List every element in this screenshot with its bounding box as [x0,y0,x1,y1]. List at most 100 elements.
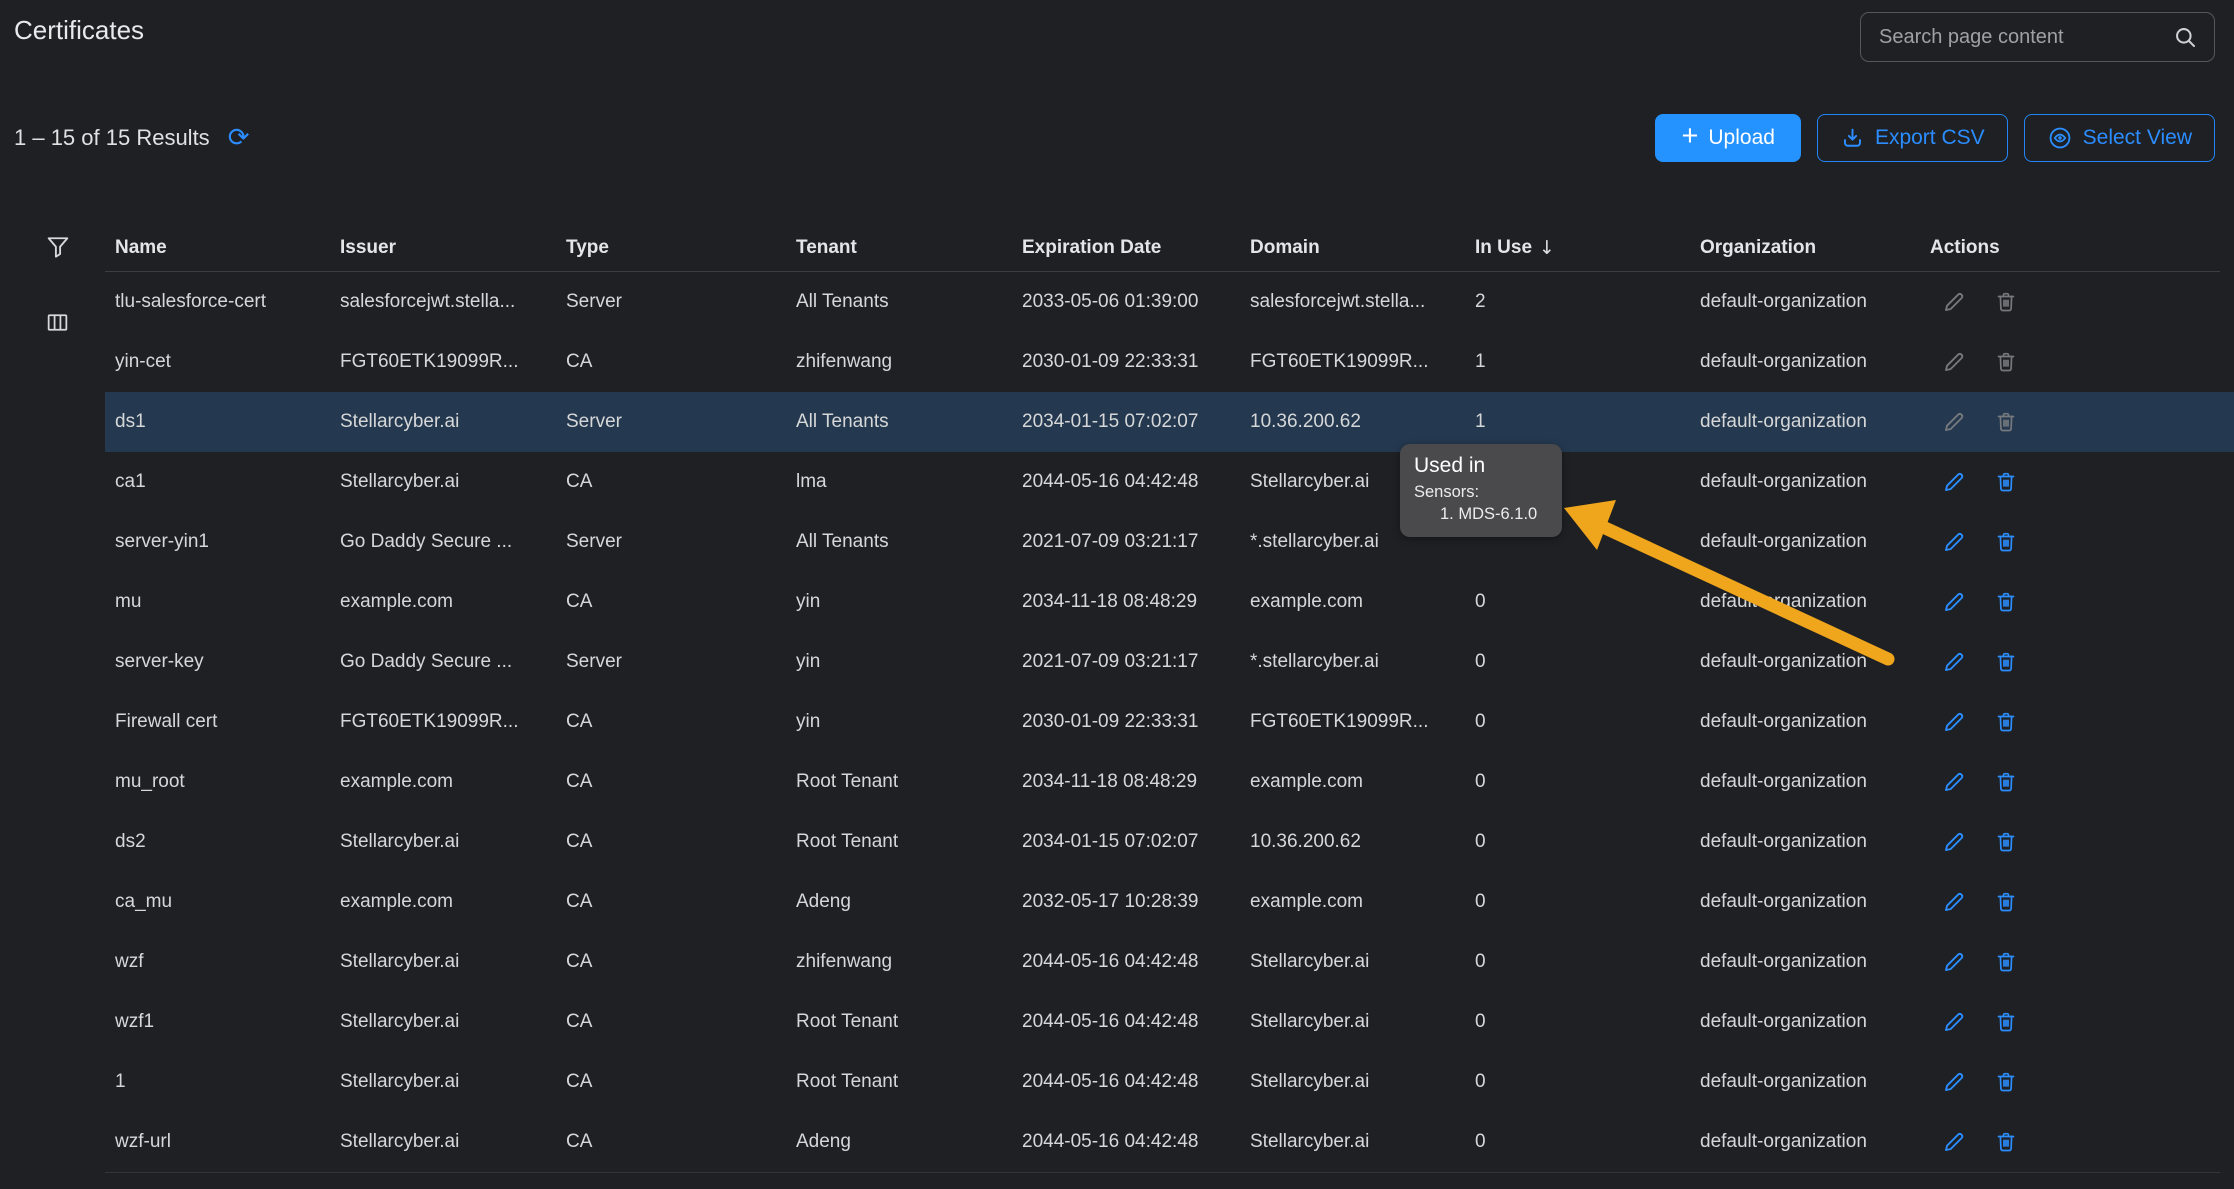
cell-actions [1930,289,2210,315]
delete-icon[interactable] [1994,470,2018,494]
upload-button-label: Upload [1708,126,1775,150]
columns-icon[interactable] [45,310,70,340]
col-header-type[interactable]: Type [566,237,796,259]
table-row[interactable]: 1Stellarcyber.aiCARoot Tenant2044-05-16 … [105,1052,2234,1112]
edit-icon[interactable] [1941,589,1967,615]
cell-organization: default-organization [1700,1011,1930,1033]
export-csv-button[interactable]: Export CSV [1817,114,2008,162]
edit-icon[interactable] [1941,949,1967,975]
cell-tenant: yin [796,651,1022,673]
edit-icon[interactable] [1941,1009,1967,1035]
cell-domain: FGT60ETK19099R... [1250,711,1475,733]
edit-icon[interactable] [1941,769,1967,795]
table-row[interactable]: Firewall certFGT60ETK19099R...CAyin2030-… [105,692,2234,752]
table-row[interactable]: ds1Stellarcyber.aiServerAll Tenants2034-… [105,392,2234,452]
delete-icon[interactable] [1994,290,2018,314]
filter-icon[interactable] [44,233,72,266]
cell-domain: Stellarcyber.ai [1250,1071,1475,1093]
col-header-actions[interactable]: Actions [1930,237,2210,259]
col-header-in-use[interactable]: In Use↓ [1475,237,1700,259]
cell-in-use: 1 [1475,351,1700,373]
cell-issuer: example.com [340,591,566,613]
refresh-icon[interactable]: ⟳ [228,125,250,151]
delete-icon[interactable] [1994,1130,2018,1154]
download-icon [1840,126,1865,151]
cell-name: 1 [115,1071,340,1093]
delete-icon[interactable] [1994,590,2018,614]
edit-icon[interactable] [1941,709,1967,735]
edit-icon[interactable] [1941,529,1967,555]
table-row[interactable]: server-keyGo Daddy Secure ...Serveryin20… [105,632,2234,692]
delete-icon[interactable] [1994,950,2018,974]
edit-icon[interactable] [1941,1069,1967,1095]
upload-button[interactable]: + Upload [1655,114,1801,162]
delete-icon[interactable] [1994,350,2018,374]
cell-tenant: zhifenwang [796,951,1022,973]
table-row[interactable]: wzf-urlStellarcyber.aiCAAdeng2044-05-16 … [105,1112,2234,1172]
cell-domain: Stellarcyber.ai [1250,1011,1475,1033]
delete-icon[interactable] [1994,650,2018,674]
table-row[interactable]: ca_muexample.comCAAdeng2032-05-17 10:28:… [105,872,2234,932]
table-row[interactable]: mu_rootexample.comCARoot Tenant2034-11-1… [105,752,2234,812]
cell-tenant: Root Tenant [796,831,1022,853]
table-row[interactable]: tlu-salesforce-certsalesforcejwt.stella.… [105,272,2234,332]
cell-in-use: 0 [1475,1131,1700,1153]
cell-name: wzf-url [115,1131,340,1153]
cell-tenant: Root Tenant [796,1071,1022,1093]
table-row[interactable]: yin-cetFGT60ETK19099R...CAzhifenwang2030… [105,332,2234,392]
cell-name: server-key [115,651,340,673]
table-row[interactable]: wzf1Stellarcyber.aiCARoot Tenant2044-05-… [105,992,2234,1052]
cell-type: CA [566,891,796,913]
edit-icon[interactable] [1941,289,1967,315]
table-row[interactable]: ds2Stellarcyber.aiCARoot Tenant2034-01-1… [105,812,2234,872]
delete-icon[interactable] [1994,1070,2018,1094]
cell-actions [1930,349,2210,375]
cell-expiration: 2034-11-18 08:48:29 [1022,591,1250,613]
col-header-label: Organization [1700,237,1816,259]
table-row[interactable]: ca1Stellarcyber.aiCAlma2044-05-16 04:42:… [105,452,2234,512]
col-header-expiration-date[interactable]: Expiration Date [1022,237,1250,259]
cell-tenant: Adeng [796,891,1022,913]
cell-actions [1930,829,2210,855]
col-header-organization[interactable]: Organization [1700,237,1930,259]
col-header-tenant[interactable]: Tenant [796,237,1022,259]
table-row[interactable]: wzfStellarcyber.aiCAzhifenwang2044-05-16… [105,932,2234,992]
delete-icon[interactable] [1994,890,2018,914]
delete-icon[interactable] [1994,410,2018,434]
delete-icon[interactable] [1994,710,2018,734]
delete-icon[interactable] [1994,830,2018,854]
edit-icon[interactable] [1941,349,1967,375]
cell-actions [1930,1009,2210,1035]
cell-organization: default-organization [1700,651,1930,673]
delete-icon[interactable] [1994,530,2018,554]
edit-icon[interactable] [1941,889,1967,915]
cell-in-use: 0 [1475,951,1700,973]
select-view-button[interactable]: Select View [2024,114,2215,162]
cell-in-use: 0 [1475,1071,1700,1093]
cell-in-use: 0 [1475,711,1700,733]
cell-actions [1930,769,2210,795]
delete-icon[interactable] [1994,770,2018,794]
table-row[interactable]: server-yin1Go Daddy Secure ...ServerAll … [105,512,2234,572]
edit-icon[interactable] [1941,649,1967,675]
edit-icon[interactable] [1941,469,1967,495]
delete-icon[interactable] [1994,1010,2018,1034]
cell-tenant: All Tenants [796,291,1022,313]
edit-icon[interactable] [1941,829,1967,855]
cell-tenant: All Tenants [796,411,1022,433]
edit-icon[interactable] [1941,409,1967,435]
cell-name: mu [115,591,340,613]
col-header-issuer[interactable]: Issuer [340,237,566,259]
col-header-name[interactable]: Name [115,237,340,259]
edit-icon[interactable] [1941,1129,1967,1155]
col-header-domain[interactable]: Domain [1250,237,1475,259]
search-icon[interactable] [2172,24,2199,56]
cell-expiration: 2044-05-16 04:42:48 [1022,1071,1250,1093]
table-row[interactable]: muexample.comCAyin2034-11-18 08:48:29exa… [105,572,2234,632]
cell-expiration: 2032-05-17 10:28:39 [1022,891,1250,913]
cell-type: CA [566,951,796,973]
search-input[interactable] [1861,13,2214,61]
cell-expiration: 2021-07-09 03:21:17 [1022,531,1250,553]
cell-expiration: 2034-01-15 07:02:07 [1022,831,1250,853]
cell-issuer: Go Daddy Secure ... [340,651,566,673]
